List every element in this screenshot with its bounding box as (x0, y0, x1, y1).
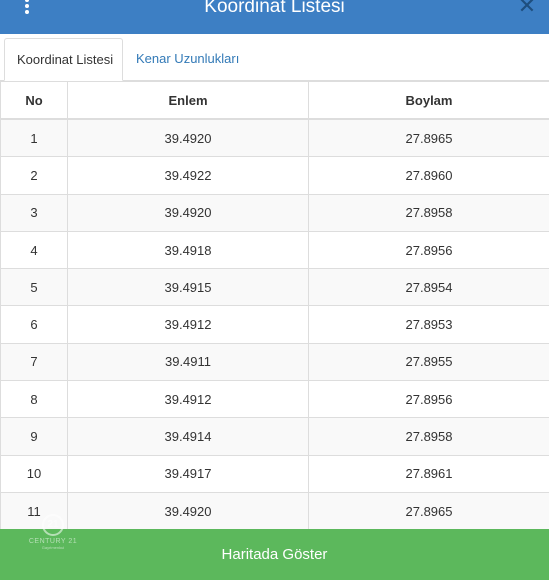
cell-boylam: 27.8954 (308, 268, 549, 307)
cell-boylam: 27.8955 (308, 342, 549, 382)
cell-enlem: 39.4914 (67, 417, 309, 456)
cell-enlem: 39.4912 (67, 380, 309, 419)
tab-kenar-uzunluklari[interactable]: Kenar Uzunlukları (124, 38, 251, 80)
cell-boylam: 27.8961 (308, 454, 549, 493)
cell-enlem: 39.4920 (67, 193, 309, 232)
table-row: 4 39.4918 27.8956 (0, 230, 549, 270)
cell-enlem: 39.4920 (67, 491, 309, 529)
cell-enlem: 39.4911 (67, 342, 309, 382)
cell-no: 2 (0, 156, 68, 195)
table-row: 7 39.4911 27.8955 (0, 342, 549, 382)
cell-no: 5 (0, 268, 68, 307)
cell-no: 4 (0, 230, 68, 270)
coordinate-table: No Enlem Boylam 1 39.4920 27.8965 2 39.4922 2… (0, 81, 549, 529)
modal-header: Koordinat Listesi ✕ (0, 0, 549, 34)
column-header-boylam: Boylam (308, 81, 549, 120)
table-row: 5 39.4915 27.8954 (0, 268, 549, 307)
cell-enlem: 39.4915 (67, 268, 309, 307)
cell-enlem: 39.4917 (67, 454, 309, 493)
cell-boylam: 27.8956 (308, 380, 549, 419)
cell-boylam: 27.8958 (308, 193, 549, 232)
logo-mark: 21 (42, 514, 64, 536)
tab-bar: Koordinat Listesi Kenar Uzunlukları (0, 34, 549, 81)
table-row: 1 39.4920 27.8965 (0, 118, 549, 158)
century21-logo: 21 CENTURY 21 Gayrimenkul (22, 514, 84, 568)
cell-no: 7 (0, 342, 68, 382)
table-row: 6 39.4912 27.8953 (0, 305, 549, 344)
cell-boylam: 27.8958 (308, 417, 549, 456)
logo-name: CENTURY 21 (28, 538, 78, 545)
cell-boylam: 27.8956 (308, 230, 549, 270)
table-row: 9 39.4914 27.8958 (0, 417, 549, 456)
cell-no: 10 (0, 454, 68, 493)
table-row: 3 39.4920 27.8958 (0, 193, 549, 232)
cell-no: 9 (0, 417, 68, 456)
coordinate-list-modal: Koordinat Listesi ✕ Koordinat Listesi Ke… (0, 0, 549, 580)
cell-enlem: 39.4920 (67, 118, 309, 158)
cell-boylam: 27.8965 (308, 118, 549, 158)
close-icon[interactable]: ✕ (515, 0, 539, 18)
column-header-no: No (0, 81, 68, 120)
coordinate-table-container[interactable]: No Enlem Boylam 1 39.4920 27.8965 2 39.4922 2… (0, 81, 549, 529)
cell-enlem: 39.4922 (67, 156, 309, 195)
cell-no: 6 (0, 305, 68, 344)
table-body: 1 39.4920 27.8965 2 39.4922 27.8960 3 39.4920 27… (0, 118, 549, 529)
logo-sub: Gayrimenkul (41, 545, 65, 550)
cell-no: 8 (0, 380, 68, 419)
cell-no: 1 (0, 118, 68, 158)
column-header-enlem: Enlem (67, 81, 309, 120)
table-row: 8 39.4912 27.8956 (0, 380, 549, 419)
cell-enlem: 39.4912 (67, 305, 309, 344)
cell-enlem: 39.4918 (67, 230, 309, 270)
cell-boylam: 27.8953 (308, 305, 549, 344)
cell-no: 3 (0, 193, 68, 232)
tab-koordinat-listesi[interactable]: Koordinat Listesi (4, 38, 123, 81)
modal-title: Koordinat Listesi (204, 0, 345, 17)
cell-boylam: 27.8960 (308, 156, 549, 195)
cell-boylam: 27.8965 (308, 491, 549, 529)
table-header-row: No Enlem Boylam (0, 81, 549, 120)
table-row: 2 39.4922 27.8960 (0, 156, 549, 195)
table-row: 10 39.4917 27.8961 (0, 454, 549, 493)
